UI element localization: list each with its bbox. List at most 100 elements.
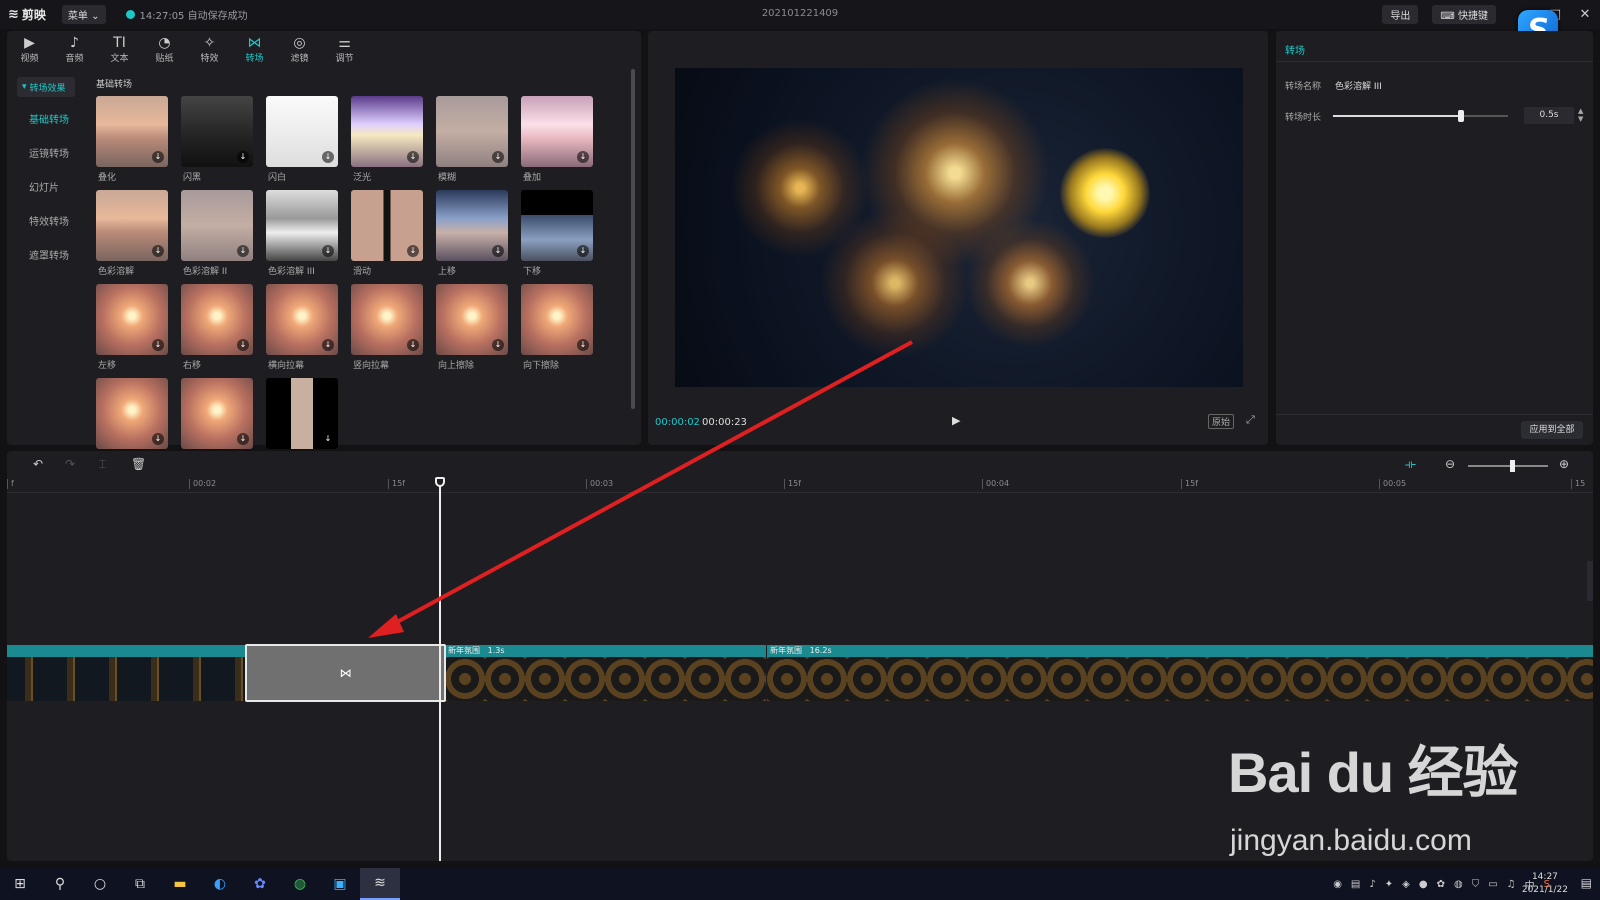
undo-icon[interactable]: ↶ bbox=[33, 457, 43, 471]
close-button[interactable]: ✕ bbox=[1570, 7, 1600, 22]
transition-item[interactable]: ↓ 上移 bbox=[436, 190, 508, 281]
download-icon[interactable]: ↓ bbox=[152, 151, 164, 163]
transition-thumbnail[interactable]: ↓ bbox=[96, 96, 168, 167]
tool-audio[interactable]: ♪ 音频 bbox=[52, 31, 97, 67]
download-icon[interactable]: ↓ bbox=[152, 339, 164, 351]
duration-slider-handle[interactable] bbox=[1457, 110, 1464, 122]
download-icon[interactable]: ↓ bbox=[322, 433, 334, 445]
transition-thumbnail[interactable]: ↓ bbox=[181, 284, 253, 355]
download-icon[interactable]: ↓ bbox=[492, 151, 504, 163]
preview-video-frame[interactable] bbox=[675, 68, 1243, 387]
transition-thumbnail[interactable]: ↓ bbox=[266, 190, 338, 261]
tray-app-icon[interactable]: ✿ bbox=[1437, 879, 1445, 890]
video-clip[interactable]: 新年氛围 1.3s bbox=[445, 645, 766, 701]
sidebar-item[interactable]: 遮罩转场 bbox=[29, 237, 87, 271]
transition-item[interactable]: ↓ 向上擦除 bbox=[436, 284, 508, 375]
download-icon[interactable]: ↓ bbox=[577, 151, 589, 163]
chevron-down-icon[interactable]: ▼ bbox=[1578, 115, 1583, 123]
chevron-up-icon[interactable]: ▲ bbox=[1578, 107, 1583, 115]
windows-start-icon[interactable]: ⊞ bbox=[0, 868, 40, 900]
download-icon[interactable]: ↓ bbox=[407, 245, 419, 257]
play-icon[interactable]: ▶ bbox=[952, 414, 960, 427]
download-icon[interactable]: ↓ bbox=[322, 151, 334, 163]
tool-text[interactable]: TI 文本 bbox=[97, 31, 142, 67]
download-icon[interactable]: ↓ bbox=[237, 339, 249, 351]
tray-wechat-icon[interactable]: ◍ bbox=[1454, 879, 1463, 890]
transition-thumbnail[interactable]: ↓ bbox=[521, 190, 593, 261]
download-icon[interactable]: ↓ bbox=[492, 339, 504, 351]
timeline-zoom-slider[interactable] bbox=[1468, 460, 1548, 472]
snap-link-icon[interactable]: ⟛ bbox=[1405, 457, 1416, 472]
shortcut-button[interactable]: ⌨ 快捷键 bbox=[1432, 5, 1496, 24]
download-icon[interactable]: ↓ bbox=[407, 151, 419, 163]
timeline-side-handle[interactable] bbox=[1587, 561, 1593, 601]
transition-item[interactable]: ↓ 模糊 bbox=[436, 96, 508, 187]
transition-item[interactable]: ↓ 右移 bbox=[181, 284, 253, 375]
transition-item[interactable]: ↓ 下移 bbox=[521, 190, 593, 281]
tool-adjust[interactable]: ⚌ 调节 bbox=[322, 31, 367, 67]
duration-slider[interactable] bbox=[1333, 110, 1508, 122]
tool-video[interactable]: ▶ 视频 bbox=[7, 31, 52, 67]
file-explorer-icon[interactable]: ▬ bbox=[160, 868, 200, 900]
transition-thumbnail[interactable]: ↓ bbox=[436, 190, 508, 261]
zoom-in-icon[interactable]: ⊕ bbox=[1559, 457, 1569, 471]
wechat-icon[interactable]: ◍ bbox=[280, 868, 320, 900]
transition-thumbnail[interactable]: ↓ bbox=[521, 96, 593, 167]
transition-thumbnail[interactable]: ↓ bbox=[96, 284, 168, 355]
tray-app-icon[interactable]: ● bbox=[1419, 879, 1428, 890]
transition-block[interactable]: ⋈ bbox=[245, 644, 446, 702]
transition-item[interactable]: ↓ 色彩溶解 bbox=[96, 190, 168, 281]
transition-thumbnail[interactable]: ↓ bbox=[181, 96, 253, 167]
taskbar-clock[interactable]: 14:27 2021/1/22 bbox=[1522, 871, 1568, 897]
transition-thumbnail[interactable]: ↓ bbox=[351, 284, 423, 355]
transition-thumbnail[interactable]: ↓ bbox=[181, 378, 253, 449]
export-button[interactable]: 导出 bbox=[1382, 5, 1419, 24]
transition-thumbnail[interactable]: ↓ bbox=[96, 190, 168, 261]
network-icon[interactable]: ▭ bbox=[1488, 879, 1497, 890]
split-icon[interactable]: ⌶ bbox=[99, 457, 106, 472]
shield-icon[interactable]: ⛉ bbox=[1472, 879, 1480, 890]
tray-app-icon[interactable]: ✦ bbox=[1385, 879, 1393, 890]
download-icon[interactable]: ↓ bbox=[492, 245, 504, 257]
duration-input[interactable]: 0.5s bbox=[1524, 107, 1574, 124]
transition-thumbnail[interactable]: ↓ bbox=[521, 284, 593, 355]
download-icon[interactable]: ↓ bbox=[407, 339, 419, 351]
playhead-handle[interactable] bbox=[435, 477, 445, 487]
transition-item[interactable]: ↓ 色彩溶解 III bbox=[266, 190, 338, 281]
tool-effect[interactable]: ✧ 特效 bbox=[187, 31, 232, 67]
menu-button[interactable]: 菜单 ⌄ bbox=[61, 5, 106, 24]
transition-item[interactable]: ↓ 竖向拉幕 bbox=[351, 284, 423, 375]
download-icon[interactable]: ↓ bbox=[237, 433, 249, 445]
app-blue-icon[interactable]: ▣ bbox=[320, 868, 360, 900]
cortana-icon[interactable]: ○ bbox=[80, 868, 120, 900]
transition-thumbnail[interactable]: ↓ bbox=[351, 96, 423, 167]
transition-item[interactable]: ↓ 滑动 bbox=[351, 190, 423, 281]
transition-thumbnail[interactable]: ↓ bbox=[436, 284, 508, 355]
aspect-original-button[interactable]: 原始 bbox=[1208, 414, 1235, 429]
transition-item[interactable]: ↓ 左移 bbox=[96, 284, 168, 375]
baidu-app-icon[interactable]: ✿ bbox=[240, 868, 280, 900]
search-icon[interactable]: ⚲ bbox=[40, 868, 80, 900]
apply-to-all-button[interactable]: 应用到全部 bbox=[1521, 421, 1583, 439]
tray-app-icon[interactable]: ▤ bbox=[1351, 879, 1360, 890]
sidebar-item[interactable]: 基础转场 bbox=[29, 101, 87, 135]
capcut-taskbar-icon[interactable]: ≋ bbox=[360, 868, 400, 900]
download-icon[interactable]: ↓ bbox=[237, 245, 249, 257]
video-clip[interactable] bbox=[7, 645, 245, 701]
transition-item[interactable]: ↓ 横向拉幕 bbox=[266, 284, 338, 375]
transition-thumbnail[interactable]: ↓ bbox=[266, 96, 338, 167]
sidebar-item[interactable]: 幻灯片 bbox=[29, 169, 87, 203]
transition-thumbnail[interactable]: ↓ bbox=[266, 378, 338, 449]
download-icon[interactable]: ↓ bbox=[237, 151, 249, 163]
download-icon[interactable]: ↓ bbox=[577, 339, 589, 351]
library-scrollbar[interactable] bbox=[631, 69, 635, 409]
transition-thumbnail[interactable]: ↓ bbox=[96, 378, 168, 449]
tool-transition[interactable]: ⋈ 转场 bbox=[232, 31, 277, 67]
transition-thumbnail[interactable]: ↓ bbox=[266, 284, 338, 355]
transition-thumbnail[interactable]: ↓ bbox=[181, 190, 253, 261]
download-icon[interactable]: ↓ bbox=[322, 245, 334, 257]
microphone-icon[interactable]: ♪ bbox=[1369, 879, 1375, 890]
delete-icon[interactable]: 🗑 bbox=[131, 457, 146, 471]
zoom-slider-handle[interactable] bbox=[1510, 460, 1515, 472]
tool-filter[interactable]: ◎ 滤镜 bbox=[277, 31, 322, 67]
